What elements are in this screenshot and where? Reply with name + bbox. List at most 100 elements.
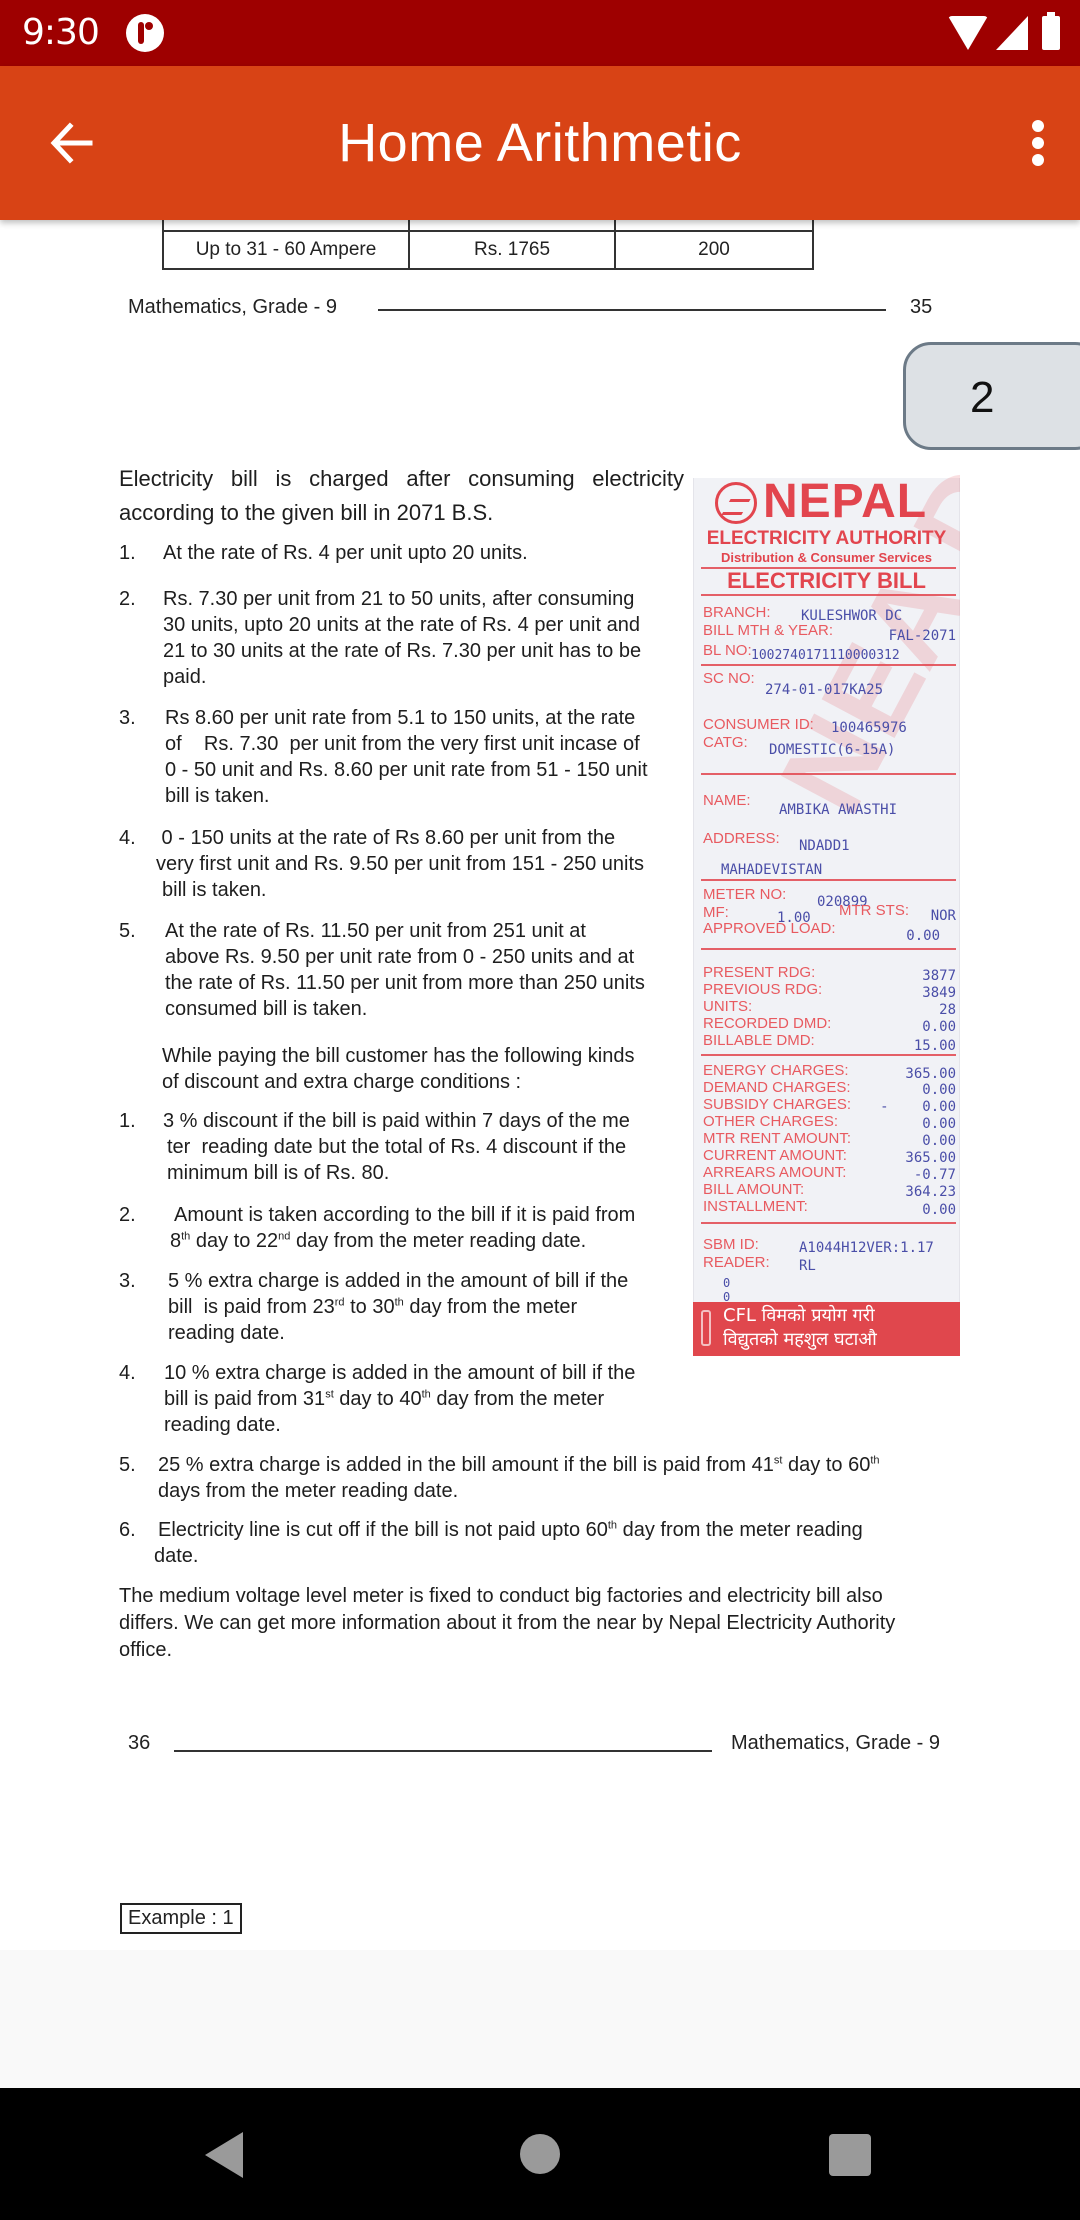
bill-label: BILL MTH & YEAR: — [703, 622, 834, 639]
table-cell — [614, 220, 814, 232]
text-span: to 30 — [344, 1296, 395, 1318]
pdf-viewer[interactable]: Up to 31 - 60 Ampere Rs. 1765 200 Mathem… — [0, 220, 1080, 1950]
bill-value: 3849 — [922, 985, 956, 1001]
nav-back-button[interactable] — [205, 2132, 245, 2178]
text-line: 21 to 30 units at the rate of Rs. 7.30 p… — [163, 640, 642, 662]
table-cell: Up to 31 - 60 Ampere — [162, 230, 410, 270]
cfl-banner-text: CFL विमको प्रयोग गरी विद्युतको महशुल घटा… — [723, 1304, 877, 1352]
text-line: the rate of Rs. 11.50 per unit from more… — [165, 972, 645, 994]
footer-subject: Mathematics, Grade - 9 — [731, 1732, 940, 1754]
footer-rule — [174, 1750, 712, 1752]
nav-recents-button[interactable] — [829, 2134, 871, 2176]
bill-label: UNITS: — [703, 998, 753, 1015]
superscript: th — [181, 1230, 191, 1243]
superscript: th — [607, 1519, 618, 1532]
list-text: Amount is taken according to the bill if… — [170, 1202, 635, 1254]
text-line: Electricity line is cut off if the bill … — [158, 1517, 863, 1543]
text-line: date. — [154, 1545, 199, 1567]
bill-label: BILLABLE DMD: — [703, 1032, 815, 1049]
text-line: ter reading date but the total of Rs. 4 … — [167, 1136, 627, 1158]
list-number: 2. — [119, 588, 136, 610]
footer-rule — [378, 309, 886, 311]
bill-services: Distribution & Consumer Services — [721, 550, 932, 565]
bill-label: BL NO: — [703, 642, 752, 659]
list-number: 4. — [119, 1362, 136, 1384]
table-cell: Rs. 1765 — [408, 230, 616, 270]
list-number: 2. — [119, 1204, 136, 1226]
list-number: 3. — [119, 707, 136, 729]
bill-authority: ELECTRICITY AUTHORITY — [706, 528, 947, 549]
list-text: At the rate of Rs. 4 per unit upto 20 un… — [163, 542, 528, 564]
superscript: st — [325, 1388, 334, 1401]
bill-value: RL — [799, 1258, 816, 1274]
bill-value: DOMESTIC(6-15A) — [769, 742, 896, 758]
bill-label: NAME: — [703, 792, 751, 809]
list-number: 1. — [119, 542, 136, 564]
text-line: Rs 8.60 per unit rate from 5.1 to 150 un… — [165, 707, 636, 729]
text-line: reading date. — [168, 1322, 285, 1344]
list-number: 5. — [119, 920, 136, 942]
bill-value: 274-01-017KA25 — [765, 682, 884, 698]
viewer-bottom-area — [0, 1950, 1080, 2088]
list-text: 3 % discount if the bill is paid within … — [163, 1108, 630, 1186]
text-line: 5 % extra charge is added in the amount … — [168, 1270, 629, 1292]
bill-label: MTR STS: — [839, 902, 909, 919]
table-cell — [162, 220, 410, 232]
text-line: 25 % extra charge is added in the bill a… — [158, 1452, 880, 1478]
bill-label: RECORDED DMD: — [703, 1015, 832, 1032]
text-line: 0 - 150 units at the rate of Rs 8.60 per… — [156, 827, 616, 849]
bill-value: 15.00 — [913, 1038, 956, 1054]
bill-label: OTHER CHARGES: — [703, 1113, 839, 1130]
bill-value: 0 — [723, 1276, 731, 1290]
bill-label: PRESENT RDG: — [703, 964, 816, 981]
more-vert-dot — [1032, 154, 1044, 166]
text-line: 3 % discount if the bill is paid within … — [163, 1110, 630, 1132]
list-text: 0 - 150 units at the rate of Rs 8.60 per… — [156, 825, 644, 903]
table-row — [162, 220, 814, 232]
text-line: bill is paid from 23rd to 30th day from … — [168, 1294, 628, 1320]
bill-label: CONSUMER ID: — [703, 716, 814, 733]
bill-label: MTR RENT AMOUNT: — [703, 1130, 852, 1147]
wifi-icon — [948, 16, 988, 50]
list-number: 3. — [119, 1270, 136, 1292]
superscript: rd — [334, 1296, 345, 1309]
closing-paragraph: The medium voltage level meter is fixed … — [119, 1583, 959, 1664]
bill-label: PREVIOUS RDG: — [703, 981, 823, 998]
text-span: Electricity line is cut off if the bill … — [158, 1519, 608, 1541]
nea-logo-icon — [715, 482, 757, 524]
footer-page-number: 36 — [128, 1732, 151, 1754]
app-bar: Home Arithmetic — [0, 66, 1080, 220]
bill-label: CURRENT AMOUNT: — [703, 1147, 847, 1164]
nav-home-button[interactable] — [520, 2134, 560, 2174]
bill-label: SC NO: — [703, 670, 755, 687]
app-notification-icon — [126, 14, 164, 52]
bill-heading: ELECTRICITY BILL — [727, 568, 926, 593]
text-line: minimum bill is of Rs. 80. — [167, 1162, 390, 1184]
bill-label: SUBSIDY CHARGES: — [703, 1096, 852, 1113]
text-line: At the rate of Rs. 11.50 per unit from 2… — [165, 920, 586, 942]
bill-value: MAHADEVISTAN — [721, 862, 823, 878]
text-line: bill is paid from 31st day to 40th day f… — [164, 1386, 635, 1412]
bill-divider — [701, 664, 956, 666]
bill-label: BILL AMOUNT: — [703, 1181, 805, 1198]
more-options-button[interactable] — [1018, 110, 1058, 176]
text-line: differs. We can get more information abo… — [119, 1612, 896, 1634]
bill-label: MF: — [703, 904, 729, 921]
text-span: 8 — [170, 1230, 182, 1252]
bill-label: CATG: — [703, 734, 748, 751]
bill-label: READER: — [703, 1254, 770, 1271]
table-cell: 200 — [614, 230, 814, 270]
text-line: above Rs. 9.50 per unit rate from 0 - 25… — [165, 946, 635, 968]
electricity-bill-image: NEA DC NEPAL ELECTRICITY AUTHORITY Distr… — [693, 470, 960, 1425]
bill-divider — [701, 879, 956, 881]
page-indicator[interactable]: 2 — [903, 342, 1080, 450]
bill-value: 0.00 — [906, 928, 940, 944]
list-text: Rs. 7.30 per unit from 21 to 50 units, a… — [163, 586, 641, 690]
bill-divider — [701, 773, 956, 775]
table-row: Up to 31 - 60 Ampere Rs. 1765 200 — [162, 230, 814, 270]
text-line: bill is taken. — [162, 879, 267, 901]
bill-label: ADDRESS: — [703, 830, 780, 847]
list-number: 5. — [119, 1454, 136, 1476]
bill-value: A1044H12VER:1.17 — [799, 1240, 934, 1256]
bill-value: 0.00 — [922, 1133, 956, 1149]
